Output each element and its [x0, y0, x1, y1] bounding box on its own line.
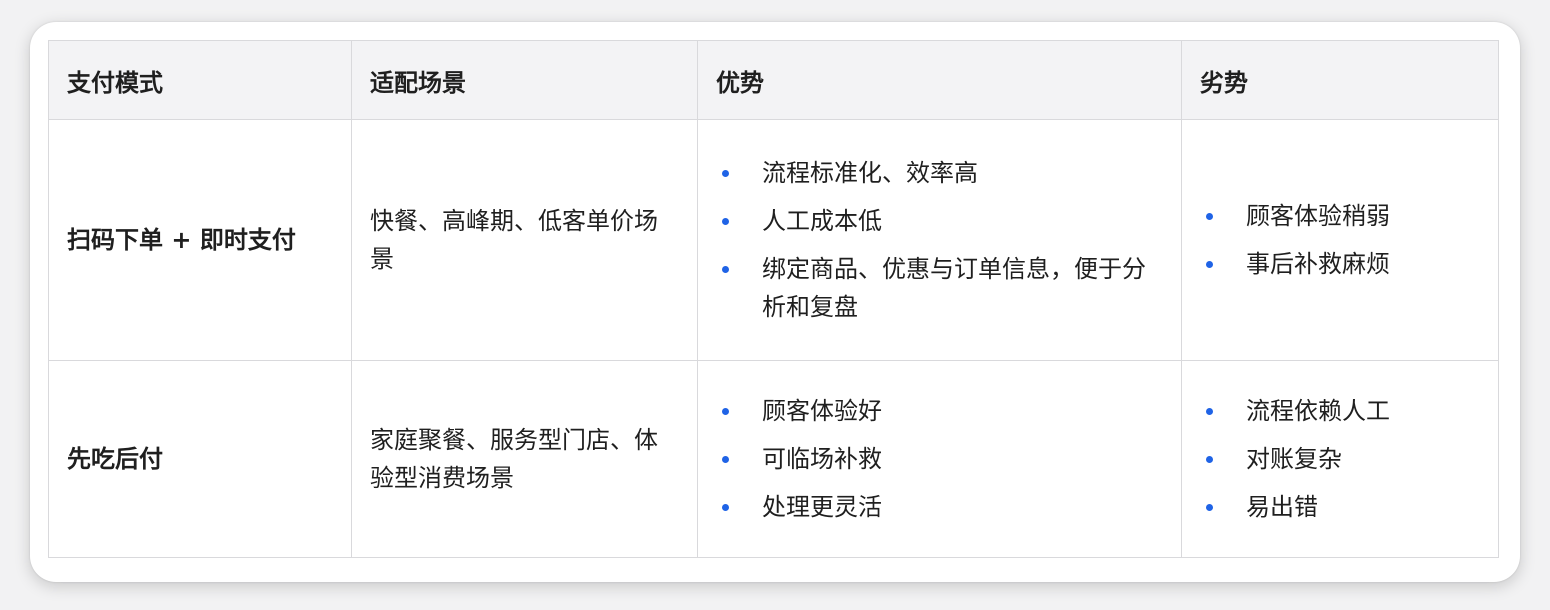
header-scenario: 适配场景: [351, 40, 698, 120]
list-item: 易出错: [1200, 488, 1480, 526]
list-item-text: 处理更灵活: [762, 493, 882, 521]
bullet-icon: [722, 266, 729, 273]
list-item: 流程标准化、效率高: [716, 154, 1163, 192]
bullet-icon: [1206, 213, 1213, 220]
list-item-text: 流程标准化、效率高: [762, 159, 978, 187]
bullet-icon: [1206, 261, 1213, 268]
header-pros: 优势: [697, 40, 1182, 120]
bullet-icon: [722, 170, 729, 177]
cons-list: 流程依赖人工 对账复杂 易出错: [1200, 392, 1480, 526]
pros-list: 顾客体验好 可临场补救 处理更灵活: [716, 392, 1163, 526]
list-item-text: 易出错: [1246, 493, 1318, 521]
bullet-icon: [722, 504, 729, 511]
cons-cell: 流程依赖人工 对账复杂 易出错: [1181, 360, 1499, 558]
table-card: 支付模式 适配场景 优势 劣势 扫码下单 + 即时支付 快餐、高峰期、低客单价场…: [30, 22, 1520, 582]
list-item-text: 人工成本低: [762, 207, 882, 235]
list-item: 绑定商品、优惠与订单信息，便于分析和复盘: [716, 250, 1163, 326]
cons-list: 顾客体验稍弱 事后补救麻烦: [1200, 197, 1480, 283]
table-row: 扫码下单 + 即时支付 快餐、高峰期、低客单价场景 流程标准化、效率高 人工成本…: [48, 119, 1499, 361]
header-payment-mode: 支付模式: [48, 40, 352, 120]
list-item-text: 顾客体验好: [762, 397, 882, 425]
cons-cell: 顾客体验稍弱 事后补救麻烦: [1181, 119, 1499, 361]
bullet-icon: [1206, 408, 1213, 415]
payment-mode-cell: 先吃后付: [48, 360, 352, 558]
pros-list: 流程标准化、效率高 人工成本低 绑定商品、优惠与订单信息，便于分析和复盘: [716, 154, 1163, 326]
list-item-text: 事后补救麻烦: [1246, 250, 1390, 278]
bullet-icon: [1206, 456, 1213, 463]
list-item-text: 流程依赖人工: [1246, 397, 1390, 425]
table-header-row: 支付模式 适配场景 优势 劣势: [48, 40, 1499, 120]
bullet-icon: [1206, 504, 1213, 511]
list-item: 流程依赖人工: [1200, 392, 1480, 430]
list-item: 处理更灵活: [716, 488, 1163, 526]
list-item: 对账复杂: [1200, 440, 1480, 478]
bullet-icon: [722, 408, 729, 415]
list-item: 事后补救麻烦: [1200, 245, 1480, 283]
header-cons: 劣势: [1181, 40, 1499, 120]
list-item-text: 可临场补救: [762, 445, 882, 473]
bullet-icon: [722, 218, 729, 225]
list-item-text: 绑定商品、优惠与订单信息，便于分析和复盘: [762, 255, 1146, 321]
table-row: 先吃后付 家庭聚餐、服务型门店、体验型消费场景 顾客体验好 可临场补救 处理更灵…: [48, 360, 1499, 558]
bullet-icon: [722, 456, 729, 463]
list-item-text: 对账复杂: [1246, 445, 1342, 473]
scenario-cell: 快餐、高峰期、低客单价场景: [351, 119, 698, 361]
list-item: 可临场补救: [716, 440, 1163, 478]
pros-cell: 顾客体验好 可临场补救 处理更灵活: [697, 360, 1182, 558]
list-item: 顾客体验好: [716, 392, 1163, 430]
scenario-cell: 家庭聚餐、服务型门店、体验型消费场景: [351, 360, 698, 558]
list-item-text: 顾客体验稍弱: [1246, 202, 1390, 230]
payment-mode-cell: 扫码下单 + 即时支付: [48, 119, 352, 361]
list-item: 人工成本低: [716, 202, 1163, 240]
payment-mode-comparison-table: 支付模式 适配场景 优势 劣势 扫码下单 + 即时支付 快餐、高峰期、低客单价场…: [48, 40, 1499, 558]
list-item: 顾客体验稍弱: [1200, 197, 1480, 235]
pros-cell: 流程标准化、效率高 人工成本低 绑定商品、优惠与订单信息，便于分析和复盘: [697, 119, 1182, 361]
